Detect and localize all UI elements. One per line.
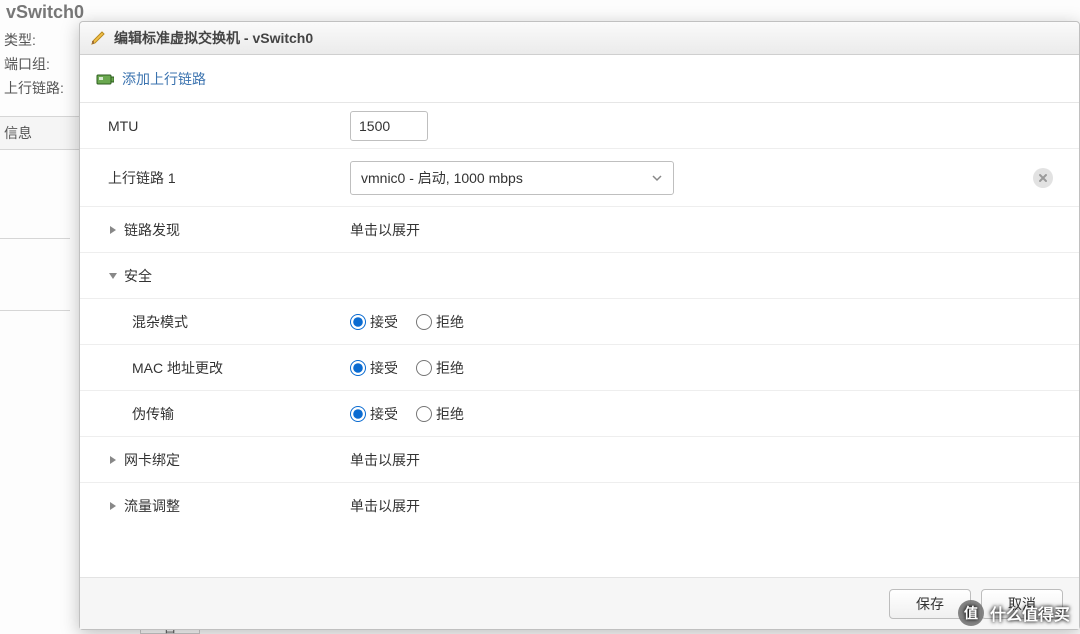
chevron-down-icon [651, 172, 663, 184]
row-forged: 伪传输 接受 拒绝 [80, 391, 1079, 437]
remove-uplink-icon[interactable] [1033, 168, 1053, 188]
add-uplink-link[interactable]: 添加上行链路 [122, 69, 206, 89]
label-security: 安全 [124, 266, 152, 286]
label-mac-change: MAC 地址更改 [80, 358, 350, 378]
teaming-value: 单击以展开 [350, 450, 420, 470]
shaping-value: 单击以展开 [350, 496, 420, 516]
discovery-value: 单击以展开 [350, 220, 420, 240]
forged-reject-radio[interactable]: 拒绝 [416, 404, 464, 424]
label-forged: 伪传输 [80, 404, 350, 424]
edit-vswitch-dialog: 编辑标准虚拟交换机 - vSwitch0 添加上行链路 MTU 上行链路 1 [79, 21, 1080, 630]
dialog-footer: 保存 取消 [80, 577, 1079, 629]
watermark-badge: 值 [958, 600, 984, 626]
caret-right-icon [108, 455, 118, 465]
mac-change-accept-radio[interactable]: 接受 [350, 358, 398, 378]
label-shaping: 流量调整 [124, 496, 180, 516]
label-promiscuous: 混杂模式 [80, 312, 350, 332]
row-mac-change: MAC 地址更改 接受 拒绝 [80, 345, 1079, 391]
label-discovery: 链路发现 [124, 220, 180, 240]
dialog-toolbar: 添加上行链路 [80, 55, 1079, 103]
caret-down-icon [108, 271, 118, 281]
dialog-titlebar[interactable]: 编辑标准虚拟交换机 - vSwitch0 [80, 22, 1079, 55]
uplink1-selected-text: vmnic0 - 启动, 1000 mbps [361, 168, 523, 188]
row-teaming[interactable]: 网卡绑定 单击以展开 [80, 437, 1079, 483]
caret-right-icon [108, 501, 118, 511]
promiscuous-reject-radio[interactable]: 拒绝 [416, 312, 464, 332]
label-teaming: 网卡绑定 [124, 450, 180, 470]
bg-divider [0, 310, 70, 311]
caret-right-icon [108, 225, 118, 235]
bg-label-type: 类型: [4, 28, 64, 52]
pencil-icon [90, 30, 106, 46]
dialog-title-text: 编辑标准虚拟交换机 - vSwitch0 [114, 28, 313, 48]
row-uplink1: 上行链路 1 vmnic0 - 启动, 1000 mbps [80, 149, 1079, 207]
label-uplink1: 上行链路 1 [80, 168, 350, 188]
add-uplink-icon [96, 72, 114, 86]
bg-labels: 类型: 端口组: 上行链路: [4, 28, 64, 100]
row-mtu: MTU [80, 103, 1079, 149]
row-discovery[interactable]: 链路发现 单击以展开 [80, 207, 1079, 253]
mtu-input[interactable] [350, 111, 428, 141]
bg-label-uplink: 上行链路: [4, 76, 64, 100]
uplink1-select[interactable]: vmnic0 - 启动, 1000 mbps [350, 161, 674, 195]
row-shaping[interactable]: 流量调整 单击以展开 [80, 483, 1079, 529]
row-security-header[interactable]: 安全 [80, 253, 1079, 299]
row-promiscuous: 混杂模式 接受 拒绝 [80, 299, 1079, 345]
promiscuous-accept-radio[interactable]: 接受 [350, 312, 398, 332]
bg-info-label: 信息 [4, 125, 32, 141]
label-mtu: MTU [80, 118, 350, 134]
mac-change-reject-radio[interactable]: 拒绝 [416, 358, 464, 378]
forged-accept-radio[interactable]: 接受 [350, 404, 398, 424]
watermark-text: 什么值得买 [990, 601, 1070, 625]
watermark: 值 什么值得买 [958, 600, 1070, 626]
bg-divider [0, 238, 70, 239]
bg-switch-title: vSwitch0 [6, 2, 84, 23]
bg-label-portgroup: 端口组: [4, 52, 64, 76]
dialog-body: MTU 上行链路 1 vmnic0 - 启动, 1000 mbps [80, 103, 1079, 577]
